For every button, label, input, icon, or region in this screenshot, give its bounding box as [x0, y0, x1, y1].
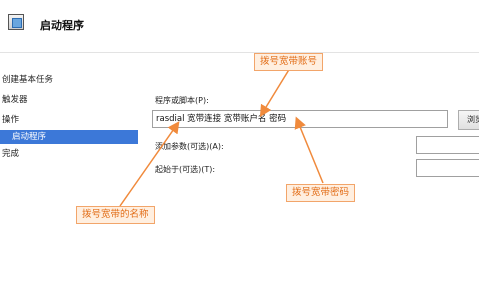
nav-step-finish[interactable]: 完成 [0, 144, 138, 164]
nav-step-start-program[interactable]: 启动程序 [0, 130, 138, 144]
page-title: 启动程序 [40, 19, 84, 32]
nav-step-create-basic-task[interactable]: 创建基本任务 [0, 70, 138, 90]
start-in-label: 起始于(可选)(T): [155, 165, 216, 174]
task-scheduler-icon [8, 14, 24, 30]
nav-step-action[interactable]: 操作 [0, 110, 138, 130]
browse-button[interactable]: 浏览 [458, 110, 479, 130]
start-in-input[interactable] [416, 159, 479, 177]
arrow-to-password [294, 116, 324, 184]
arrow-to-account [259, 67, 291, 118]
callout-password: 拨号宽带密码 [286, 184, 356, 202]
wizard-steps-nav: 创建基本任务 触发器 操作 启动程序 完成 [0, 70, 138, 164]
args-input[interactable] [416, 136, 479, 154]
nav-step-trigger[interactable]: 触发器 [0, 90, 138, 110]
callout-account: 拨号宽带账号 [254, 53, 324, 71]
callout-connection-name: 拨号宽带的名称 [76, 206, 155, 224]
wizard-header: 启动程序 [0, 0, 479, 53]
args-label: 添加参数(可选)(A): [155, 142, 224, 151]
program-input[interactable]: rasdial 宽带连接 宽带账户名 密码 [152, 110, 448, 128]
program-label: 程序或脚本(P): [155, 96, 209, 105]
